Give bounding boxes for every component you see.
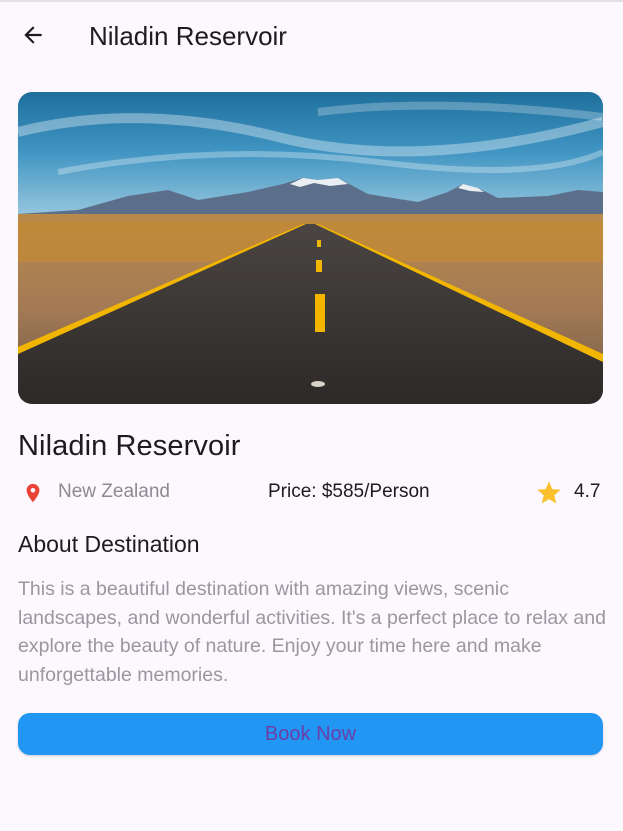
page-title: Niladin Reservoir [89, 21, 287, 51]
star-icon [537, 481, 561, 504]
about-heading: About Destination [18, 531, 200, 557]
arrow-back-icon [24, 26, 42, 44]
location-pin-icon [26, 483, 40, 503]
book-now-button[interactable]: Book Now [18, 713, 603, 755]
destination-image [18, 92, 603, 404]
about-description: This is a beautiful destination with ama… [18, 578, 606, 686]
destination-info-row: New Zealand Price: $585/Person 4.7 [18, 475, 603, 509]
app-bar: Niladin Reservoir [0, 2, 623, 70]
location-text: New Zealand [58, 481, 170, 502]
rating-value: 4.7 [574, 481, 601, 502]
price-text: Price: $585/Person [268, 481, 430, 502]
destination-name: Niladin Reservoir [18, 430, 241, 462]
back-button[interactable] [10, 12, 56, 58]
